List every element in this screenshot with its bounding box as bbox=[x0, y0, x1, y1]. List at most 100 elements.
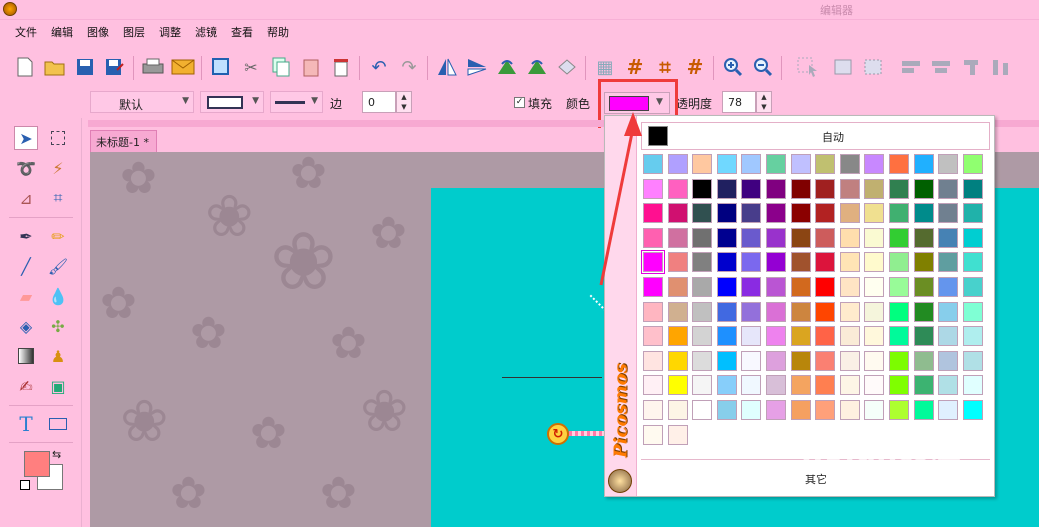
color-swatch[interactable] bbox=[643, 326, 663, 347]
color-swatch[interactable] bbox=[889, 252, 909, 273]
color-swatch[interactable] bbox=[790, 178, 811, 199]
align-center-button[interactable] bbox=[928, 54, 954, 80]
color-swatch[interactable] bbox=[913, 400, 934, 420]
color-swatch[interactable] bbox=[962, 154, 983, 174]
color-swatch[interactable] bbox=[913, 326, 934, 347]
color-swatch[interactable] bbox=[815, 203, 836, 224]
color-swatch[interactable] bbox=[692, 375, 713, 396]
color-swatch[interactable] bbox=[667, 227, 688, 248]
auto-color-option[interactable]: 自动 bbox=[641, 122, 990, 150]
color-swatch[interactable] bbox=[839, 375, 860, 396]
color-swatch[interactable] bbox=[815, 400, 836, 420]
color-swatch[interactable] bbox=[864, 301, 885, 322]
color-swatch[interactable] bbox=[889, 350, 909, 371]
color-swatch[interactable] bbox=[864, 227, 885, 248]
color-swatch[interactable] bbox=[790, 154, 811, 174]
menu-adjust[interactable]: 调整 bbox=[159, 24, 181, 40]
color-swatch[interactable] bbox=[692, 227, 713, 248]
color-swatch[interactable] bbox=[790, 375, 811, 396]
color-swatch[interactable] bbox=[667, 154, 688, 174]
color-swatch[interactable] bbox=[643, 301, 663, 322]
stamp-tool[interactable]: ♟ bbox=[46, 344, 70, 368]
color-swatch[interactable] bbox=[839, 277, 860, 297]
color-swatch[interactable] bbox=[716, 400, 737, 420]
color-swatch[interactable] bbox=[741, 350, 762, 371]
hash-snap-button[interactable]: # bbox=[682, 54, 708, 80]
color-swatch[interactable] bbox=[790, 400, 811, 420]
color-swatch[interactable] bbox=[913, 375, 934, 396]
image-tool[interactable]: ▣ bbox=[46, 374, 70, 398]
flip-horizontal-button[interactable] bbox=[434, 54, 460, 80]
marquee-tool[interactable] bbox=[46, 126, 70, 150]
color-swatch[interactable] bbox=[839, 400, 860, 420]
rotate-left-button[interactable] bbox=[494, 54, 520, 80]
color-swatch[interactable] bbox=[667, 326, 688, 347]
email-button[interactable] bbox=[170, 54, 196, 80]
color-swatch[interactable] bbox=[839, 203, 860, 224]
color-swatch[interactable] bbox=[962, 375, 983, 396]
color-swatch[interactable] bbox=[864, 252, 885, 273]
color-swatch[interactable] bbox=[643, 400, 663, 420]
align-right-button[interactable] bbox=[958, 54, 984, 80]
border-width-stepper[interactable]: ▲ ▼ bbox=[396, 91, 412, 113]
color-swatch[interactable] bbox=[643, 350, 663, 371]
color-swatch[interactable] bbox=[766, 154, 786, 174]
color-swatch[interactable] bbox=[692, 350, 713, 371]
color-swatch[interactable] bbox=[641, 250, 665, 275]
color-swatch[interactable] bbox=[815, 178, 836, 199]
color-swatch[interactable] bbox=[716, 227, 737, 248]
color-swatch[interactable] bbox=[643, 277, 663, 297]
copy-button[interactable] bbox=[268, 54, 294, 80]
color-swatch[interactable] bbox=[889, 203, 909, 224]
hash-guide-button[interactable]: ⌗ bbox=[652, 54, 678, 80]
color-swatch[interactable] bbox=[839, 301, 860, 322]
new-file-button[interactable] bbox=[12, 54, 38, 80]
clone-tool[interactable]: ✣ bbox=[46, 314, 70, 338]
copy-layer-button[interactable] bbox=[208, 54, 234, 80]
color-swatch[interactable] bbox=[766, 227, 786, 248]
color-swatch[interactable] bbox=[790, 326, 811, 347]
color-swatch[interactable] bbox=[766, 375, 786, 396]
color-swatch[interactable] bbox=[938, 350, 959, 371]
color-swatch[interactable] bbox=[667, 400, 688, 420]
foreground-color-swatch[interactable] bbox=[24, 451, 50, 477]
color-swatch[interactable] bbox=[716, 154, 737, 174]
undo-button[interactable]: ↶ bbox=[366, 54, 392, 80]
rotate-right-button[interactable] bbox=[524, 54, 550, 80]
color-swatch[interactable] bbox=[864, 203, 885, 224]
border-style-dropdown[interactable]: ▼ bbox=[200, 91, 264, 113]
color-swatch[interactable] bbox=[790, 350, 811, 371]
color-swatch[interactable] bbox=[839, 154, 860, 174]
save-button[interactable] bbox=[72, 54, 98, 80]
ungroup-button[interactable] bbox=[860, 54, 886, 80]
select-object-button[interactable] bbox=[795, 54, 821, 80]
color-swatch[interactable] bbox=[692, 154, 713, 174]
color-swatch[interactable] bbox=[938, 326, 959, 347]
color-swatch[interactable] bbox=[864, 277, 885, 297]
color-swatch[interactable] bbox=[839, 227, 860, 248]
color-swatch[interactable] bbox=[839, 326, 860, 347]
color-swatch[interactable] bbox=[913, 203, 934, 224]
color-swatch[interactable] bbox=[766, 350, 786, 371]
brush-tool[interactable]: 🖌 bbox=[46, 254, 70, 278]
color-swatch[interactable] bbox=[716, 326, 737, 347]
color-swatch[interactable] bbox=[962, 350, 983, 371]
color-swatch[interactable] bbox=[889, 301, 909, 322]
color-swatch[interactable] bbox=[741, 154, 762, 174]
color-swatch[interactable] bbox=[766, 252, 786, 273]
color-swatch[interactable] bbox=[913, 277, 934, 297]
color-swatch[interactable] bbox=[938, 301, 959, 322]
menu-image[interactable]: 图像 bbox=[87, 24, 109, 40]
color-swatch[interactable] bbox=[790, 252, 811, 273]
pencil-tool[interactable]: ✏ bbox=[46, 224, 70, 248]
cut-button[interactable]: ✂ bbox=[238, 54, 264, 80]
menu-view[interactable]: 查看 bbox=[231, 24, 253, 40]
menu-edit[interactable]: 编辑 bbox=[51, 24, 73, 40]
color-swatch[interactable] bbox=[741, 301, 762, 322]
color-swatch[interactable] bbox=[938, 252, 959, 273]
color-swatch[interactable] bbox=[716, 252, 737, 273]
transform-button[interactable] bbox=[554, 54, 580, 80]
delete-button[interactable] bbox=[328, 54, 354, 80]
zoom-out-button[interactable] bbox=[750, 54, 776, 80]
color-swatch[interactable] bbox=[913, 252, 934, 273]
